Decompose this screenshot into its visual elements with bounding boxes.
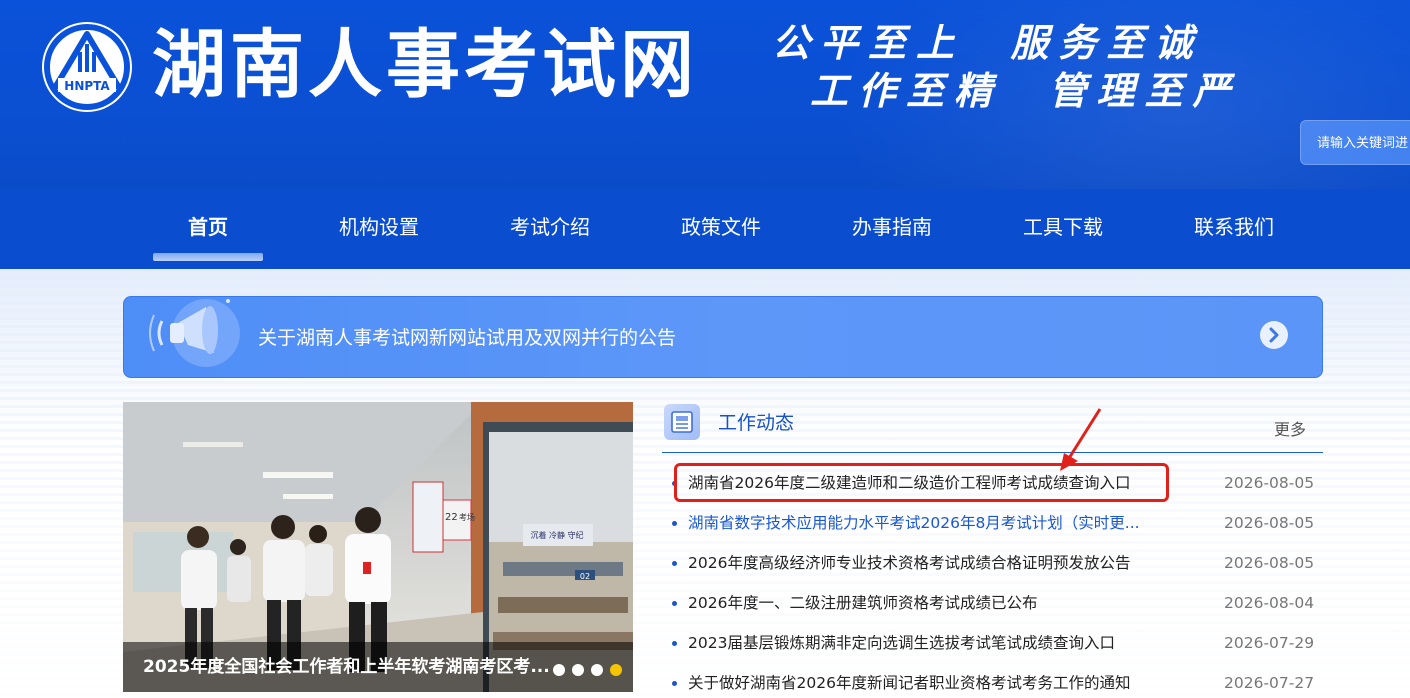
room-number-sign: 02 <box>580 572 590 581</box>
news-item[interactable]: 湖南省2026年度二级建造师和二级造价工程师考试成绩查询入口 2026-08-0… <box>672 463 1322 503</box>
bullet-icon <box>672 681 677 686</box>
news-item-title[interactable]: 2023届基层锻炼期满非定向选调生选拔考试笔试成绩查询入口 <box>688 623 1158 663</box>
nav-item-guide[interactable]: 办事指南 <box>837 189 947 269</box>
carousel-dots <box>553 661 629 676</box>
nav-item-contact[interactable]: 联系我们 <box>1179 189 1289 269</box>
megaphone-icon <box>149 299 240 367</box>
carousel-dot-2[interactable] <box>572 664 584 676</box>
carousel-dot-3[interactable] <box>591 664 603 676</box>
carousel-caption[interactable]: 2025年度全国社会工作者和上半年软考湖南考区考... <box>143 642 553 692</box>
news-item-title[interactable]: 2026年度高级经济师专业技术资格考试成绩合格证明预发放公告 <box>688 543 1158 583</box>
news-item-date: 2026-08-05 <box>1224 554 1315 572</box>
news-more-link[interactable]: 更多 <box>1274 416 1306 440</box>
slogan-line-1: 公平至上 服务至诚 <box>772 20 1203 65</box>
news-item-title[interactable]: 湖南省数字技术应用能力水平考试2026年8月考试计划（实时更... <box>688 503 1158 543</box>
news-item[interactable]: 2023届基层锻炼期满非定向选调生选拔考试笔试成绩查询入口 2026-07-29 <box>672 623 1322 663</box>
news-section-icon <box>664 404 700 440</box>
news-section-title: 工作动态 <box>718 412 795 434</box>
news-item-date: 2026-08-05 <box>1224 474 1315 492</box>
hnpta-logo-icon[interactable]: HNPTA <box>42 22 132 112</box>
news-item-date: 2026-08-04 <box>1224 594 1315 612</box>
notice-text[interactable]: 关于湖南人事考试网新网站试用及双网并行的公告 <box>258 297 676 379</box>
bullet-icon <box>672 521 677 526</box>
news-item-date: 2026-08-05 <box>1224 514 1315 532</box>
bullet-icon <box>672 561 677 566</box>
news-list: 湖南省2026年度二级建造师和二级造价工程师考试成绩查询入口 2026-08-0… <box>672 463 1322 698</box>
news-item[interactable]: 2026年度一、二级注册建筑师资格考试成绩已公布 2026-08-04 <box>672 583 1322 623</box>
carousel-dot-4[interactable] <box>610 664 622 676</box>
news-item[interactable]: 湖南省数字技术应用能力水平考试2026年8月考试计划（实时更... 2026-0… <box>672 503 1322 543</box>
news-item[interactable]: 2026年度高级经济师专业技术资格考试成绩合格证明预发放公告 2026-08-0… <box>672 543 1322 583</box>
news-item[interactable]: 关于做好湖南省2026年度新闻记者职业资格考试考务工作的通知 2026-07-2… <box>672 663 1322 698</box>
carousel-caption-bar: 2025年度全国社会工作者和上半年软考湖南考区考... <box>123 642 633 692</box>
chevron-right-icon[interactable] <box>1260 321 1288 349</box>
door-number-sign: 22 <box>445 512 458 523</box>
site-header: HNPTA 湖南人事考试网 公平至上 服务至诚 工作至精 管理至严 请输入关键词… <box>0 0 1410 189</box>
carousel-dot-1[interactable] <box>553 664 565 676</box>
news-item-title[interactable]: 湖南省2026年度二级建造师和二级造价工程师考试成绩查询入口 <box>688 463 1158 503</box>
news-item-date: 2026-07-27 <box>1224 674 1315 692</box>
nav-active-indicator <box>153 253 263 261</box>
slogan-line-2: 工作至精 管理至严 <box>810 68 1241 113</box>
nav-item-organization[interactable]: 机构设置 <box>324 189 434 269</box>
news-item-title[interactable]: 关于做好湖南省2026年度新闻记者职业资格考试考务工作的通知 <box>688 663 1158 698</box>
news-item-title[interactable]: 2026年度一、二级注册建筑师资格考试成绩已公布 <box>688 583 1158 623</box>
news-carousel[interactable]: 02 沉着 冷静 守纪 22 考场 2025年度全国社会工作者和上半年软考湖南考… <box>123 402 633 692</box>
news-divider <box>662 452 1323 453</box>
bullet-icon <box>672 601 677 606</box>
bullet-icon <box>672 481 677 486</box>
bullet-icon <box>672 641 677 646</box>
wall-motto-sign: 沉着 冷静 守纪 <box>530 530 583 540</box>
nav-item-downloads[interactable]: 工具下载 <box>1008 189 1118 269</box>
nav-item-exam-intro[interactable]: 考试介绍 <box>495 189 605 269</box>
nav-item-policy[interactable]: 政策文件 <box>666 189 776 269</box>
notice-banner[interactable]: 关于湖南人事考试网新网站试用及双网并行的公告 <box>123 296 1323 378</box>
search-input[interactable]: 请输入关键词进 <box>1300 120 1410 165</box>
logo-text: HNPTA <box>64 79 110 93</box>
door-label-sign: 考场 <box>459 513 475 522</box>
news-item-date: 2026-07-29 <box>1224 634 1315 652</box>
site-name[interactable]: 湖南人事考试网 <box>152 20 698 110</box>
